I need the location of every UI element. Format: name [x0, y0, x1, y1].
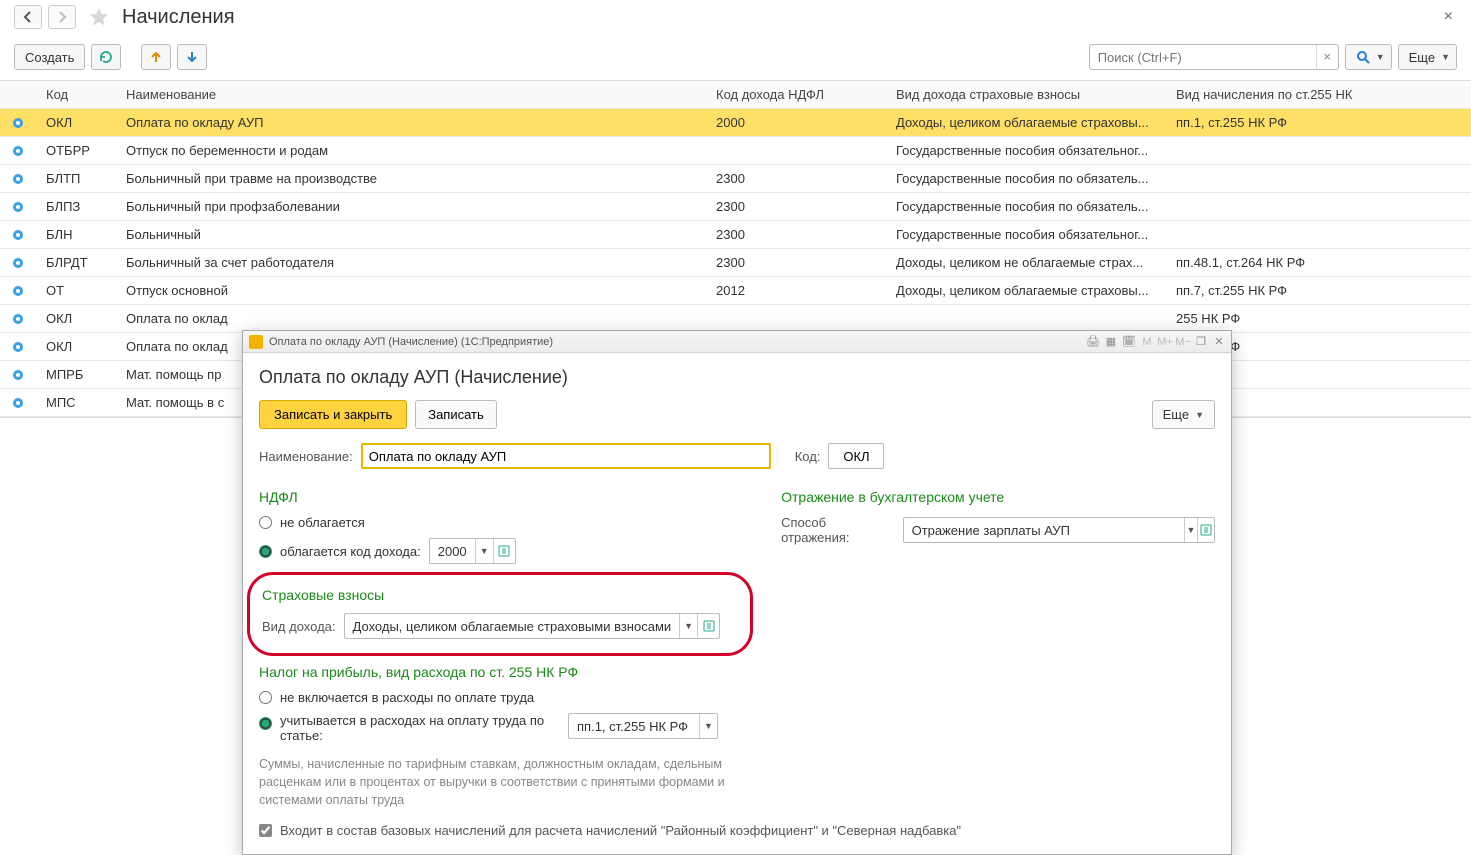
more-button[interactable]: Еще▼ — [1398, 44, 1457, 70]
tax-included-radio[interactable] — [259, 717, 272, 730]
ndfl-section-title: НДФЛ — [259, 489, 741, 505]
table-row[interactable]: БЛПЗБольничный при профзаболевании2300Го… — [0, 193, 1471, 221]
table-row[interactable]: ОТБРРОтпуск по беременности и родамГосуд… — [0, 137, 1471, 165]
base-accrual-checkbox[interactable] — [259, 824, 272, 837]
open-ref-icon[interactable] — [493, 539, 515, 563]
chevron-down-icon[interactable]: ▼ — [475, 539, 493, 563]
dialog-more-button[interactable]: Еще▼ — [1152, 400, 1215, 429]
grid-header: Код Наименование Код дохода НДФЛ Вид дох… — [0, 81, 1471, 109]
base-accrual-label: Входит в состав базовых начислений для р… — [280, 823, 961, 838]
dialog-title: Оплата по окладу АУП (Начисление) — [259, 367, 1215, 388]
nav-forward-button[interactable] — [48, 5, 76, 29]
accounting-section-title: Отражение в бухгалтерском учете — [781, 489, 1215, 505]
row-icon — [0, 137, 36, 164]
print-icon[interactable]: 🖨 — [1085, 334, 1101, 350]
row-icon — [0, 305, 36, 332]
chevron-down-icon[interactable]: ▼ — [699, 714, 717, 738]
tax-section-title: Налог на прибыль, вид расхода по ст. 255… — [259, 664, 741, 680]
save-button[interactable]: Записать — [415, 400, 497, 429]
income-type-combo[interactable]: Доходы, целиком облагаемые страховыми вз… — [344, 613, 721, 639]
app-icon — [249, 335, 263, 349]
export-up-button[interactable] — [141, 44, 171, 70]
col-ndfl[interactable]: Код дохода НДФЛ — [706, 81, 886, 108]
chevron-down-icon[interactable]: ▼ — [1184, 518, 1198, 542]
col-code[interactable]: Код — [36, 81, 116, 108]
open-ref-icon[interactable] — [1197, 518, 1214, 542]
m-icon[interactable]: M — [1139, 334, 1155, 350]
calc-icon[interactable]: 🗓 — [1121, 334, 1137, 350]
table-row[interactable]: ОКЛОплата по окладу АУП2000Доходы, целик… — [0, 109, 1471, 137]
m-plus-icon[interactable]: M+ — [1157, 334, 1173, 350]
row-icon — [0, 249, 36, 276]
grid-icon[interactable]: ▦ — [1103, 334, 1119, 350]
edit-dialog: Оплата по окладу АУП (Начисление) (1С:Пр… — [242, 330, 1232, 855]
table-row[interactable]: БЛРДТБольничный за счет работодателя2300… — [0, 249, 1471, 277]
window-restore-icon[interactable]: ❐ — [1193, 334, 1209, 350]
row-icon — [0, 221, 36, 248]
table-row[interactable]: БЛТПБольничный при травме на производств… — [0, 165, 1471, 193]
save-and-close-button[interactable]: Записать и закрыть — [259, 400, 407, 429]
row-icon — [0, 333, 36, 360]
name-label: Наименование: — [259, 449, 353, 464]
nav-back-button[interactable] — [14, 5, 42, 29]
dialog-window-title: Оплата по окладу АУП (Начисление) (1С:Пр… — [269, 336, 553, 348]
chevron-down-icon[interactable]: ▼ — [679, 614, 697, 638]
dialog-titlebar[interactable]: Оплата по окладу АУП (Начисление) (1С:Пр… — [243, 331, 1231, 353]
table-row[interactable]: ОКЛОплата по оклад255 НК РФ — [0, 305, 1471, 333]
reflection-combo[interactable]: Отражение зарплаты АУП ▼ — [903, 517, 1215, 543]
ndfl-code-combo[interactable]: 2000 ▼ — [429, 538, 516, 564]
page-header: Начисления × — [0, 0, 1471, 38]
toolbar: Создать × ▼ Еще▼ — [0, 38, 1471, 80]
m-minus-icon[interactable]: M− — [1175, 334, 1191, 350]
favorite-star-icon[interactable] — [88, 6, 110, 28]
col-name[interactable]: Наименование — [116, 81, 706, 108]
row-icon — [0, 389, 36, 416]
strah-section-title: Страховые взносы — [262, 587, 738, 603]
search-box[interactable]: × — [1089, 44, 1339, 70]
search-clear-button[interactable]: × — [1316, 45, 1338, 69]
code-label: Код: — [795, 449, 821, 464]
col-strah[interactable]: Вид дохода страховые взносы — [886, 81, 1166, 108]
tax-article-combo[interactable]: пп.1, ст.255 НК РФ ▼ — [568, 713, 718, 739]
strah-label: Вид дохода: — [262, 619, 336, 634]
name-input[interactable] — [361, 443, 771, 469]
search-dropdown-button[interactable]: ▼ — [1345, 44, 1392, 70]
row-icon — [0, 193, 36, 220]
ndfl-taxed-radio[interactable] — [259, 545, 272, 558]
table-row[interactable]: ОТОтпуск основной2012Доходы, целиком обл… — [0, 277, 1471, 305]
highlighted-section: Страховые взносы Вид дохода: Доходы, цел… — [247, 572, 753, 656]
accounting-label: Способ отражения: — [781, 515, 894, 545]
tax-note: Суммы, начисленные по тарифным ставкам, … — [259, 755, 741, 809]
page-title: Начисления — [122, 6, 235, 29]
window-close-icon[interactable]: ✕ — [1211, 334, 1227, 350]
open-ref-icon[interactable] — [697, 614, 719, 638]
tax-excluded-radio[interactable] — [259, 691, 272, 704]
export-down-button[interactable] — [177, 44, 207, 70]
row-icon — [0, 165, 36, 192]
page-close-button[interactable]: × — [1440, 4, 1457, 30]
col-st255[interactable]: Вид начисления по ст.255 НК — [1166, 81, 1471, 108]
row-icon — [0, 277, 36, 304]
table-row[interactable]: БЛНБольничный2300Государственные пособия… — [0, 221, 1471, 249]
refresh-button[interactable] — [91, 44, 121, 70]
ndfl-not-taxed-radio[interactable] — [259, 516, 272, 529]
code-input[interactable] — [828, 443, 884, 469]
row-icon — [0, 109, 36, 136]
search-input[interactable] — [1090, 50, 1316, 65]
create-button[interactable]: Создать — [14, 44, 85, 70]
row-icon — [0, 361, 36, 388]
